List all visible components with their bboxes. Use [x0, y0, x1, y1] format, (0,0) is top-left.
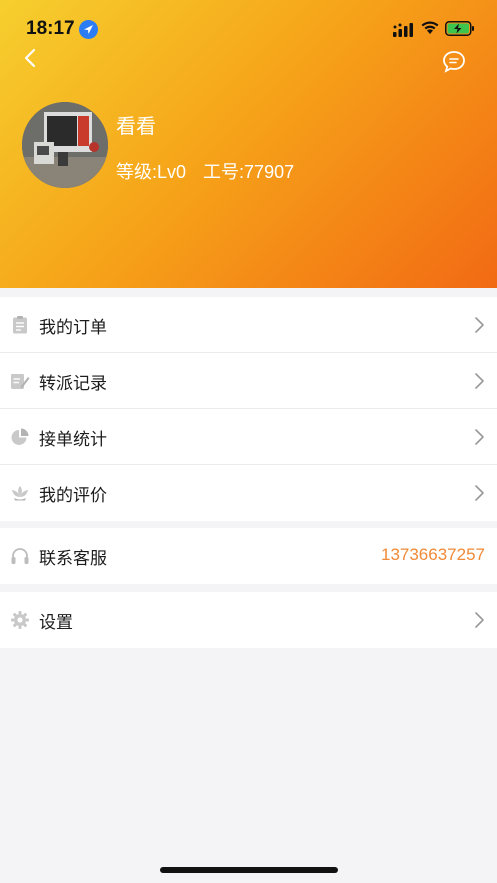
- chevron-right-icon: [473, 372, 485, 394]
- wifi-icon: [420, 20, 440, 39]
- chevron-right-icon: [473, 611, 485, 633]
- status-bar: 18:17: [0, 0, 497, 50]
- home-indicator[interactable]: [160, 867, 338, 873]
- chat-bubble-icon: [443, 51, 465, 73]
- menu-item-order-statistics[interactable]: 接单统计: [0, 409, 497, 465]
- battery-charging-icon: [445, 21, 475, 40]
- lotus-icon: [10, 483, 30, 503]
- menu-item-my-orders[interactable]: 我的订单: [0, 297, 497, 353]
- chevron-right-icon: [473, 484, 485, 506]
- menu-item-settings[interactable]: 设置: [0, 592, 497, 648]
- settings-label: 设置: [39, 613, 73, 633]
- customer-service-label: 联系客服: [39, 549, 107, 569]
- user-level: 等级:Lv0: [116, 162, 187, 182]
- menu-item-label: 转派记录: [39, 374, 107, 394]
- cellular-signal-icon: [393, 22, 415, 41]
- profile-header: 18:17 看看 等级:Lv0 工号:77907: [0, 0, 497, 288]
- menu-item-customer-service[interactable]: 联系客服 13736637257: [0, 528, 497, 584]
- chevron-right-icon: [473, 428, 485, 450]
- clipboard-icon: [10, 315, 30, 335]
- menu-group-main: 我的订单 转派记录 接单统计 我的评价: [0, 297, 497, 521]
- user-name: 看看: [116, 114, 156, 138]
- menu-group-contact: 联系客服 13736637257: [0, 528, 497, 584]
- status-time: 18:17: [26, 18, 75, 39]
- menu-item-label: 接单统计: [39, 430, 107, 450]
- chevron-left-icon: [24, 48, 36, 68]
- menu-group-settings: 设置: [0, 592, 497, 648]
- menu-item-reassign-records[interactable]: 转派记录: [0, 353, 497, 409]
- message-button[interactable]: [440, 48, 468, 76]
- pie-chart-icon: [10, 427, 30, 447]
- chevron-right-icon: [473, 316, 485, 338]
- back-button[interactable]: [18, 44, 44, 72]
- menu-item-label: 我的评价: [39, 486, 107, 506]
- customer-service-phone[interactable]: 13736637257: [381, 545, 485, 565]
- headphones-icon: [10, 546, 30, 566]
- employee-id: 工号:77907: [203, 162, 295, 182]
- menu-item-label: 我的订单: [39, 318, 107, 338]
- menu-item-my-reviews[interactable]: 我的评价: [0, 465, 497, 521]
- edit-note-icon: [10, 371, 30, 391]
- gear-icon: [10, 610, 30, 630]
- user-meta: 等级:Lv0 工号:77907: [116, 158, 306, 184]
- location-arrow-icon: [79, 20, 98, 39]
- avatar[interactable]: [22, 102, 108, 188]
